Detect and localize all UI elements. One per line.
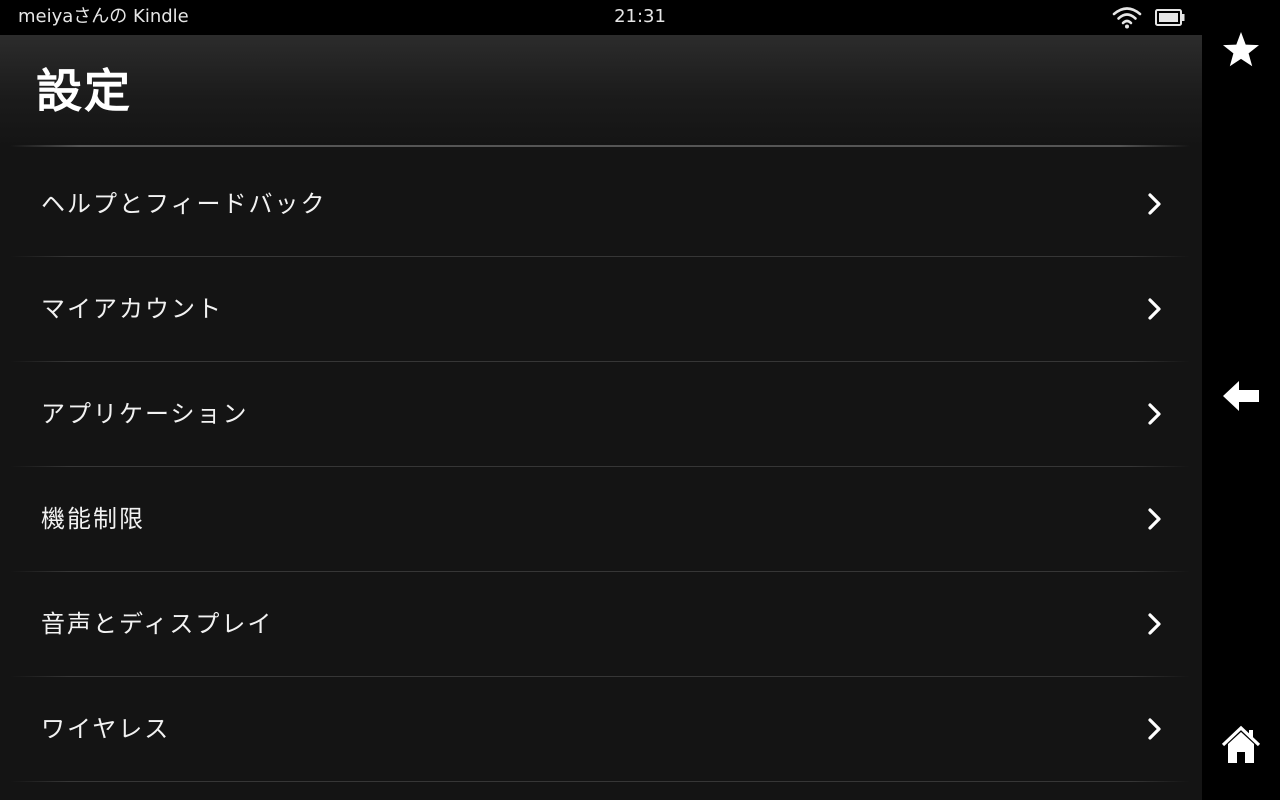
chevron-right-icon — [1148, 403, 1161, 425]
favorites-button[interactable] — [1202, 30, 1280, 80]
status-bar: meiyaさんの Kindle 21:31 — [0, 0, 1202, 35]
settings-item-label: 機能制限 — [41, 505, 145, 533]
battery-icon — [1155, 9, 1185, 26]
settings-list: ヘルプとフィードバック マイアカウント アプリケーション 機能制限 音声とディス… — [0, 152, 1202, 782]
chevron-right-icon — [1148, 193, 1161, 215]
settings-item-wireless[interactable]: ワイヤレス — [0, 677, 1202, 782]
settings-item-applications[interactable]: アプリケーション — [0, 362, 1202, 467]
chevron-right-icon — [1148, 718, 1161, 740]
back-arrow-icon — [1223, 381, 1259, 411]
back-button[interactable] — [1202, 376, 1280, 426]
settings-item-label: ワイヤレス — [41, 715, 171, 743]
page-title: 設定 — [36, 64, 132, 118]
settings-item-parental-controls[interactable]: 機能制限 — [0, 467, 1202, 572]
settings-item-label: 音声とディスプレイ — [41, 610, 274, 638]
settings-panel: meiyaさんの Kindle 21:31 設定 ヘルプとフィードバック マイア… — [0, 0, 1202, 800]
chevron-right-icon — [1148, 613, 1161, 635]
settings-item-label: マイアカウント — [41, 295, 223, 323]
page-header: 設定 — [0, 35, 1202, 147]
settings-item-label: ヘルプとフィードバック — [41, 190, 327, 218]
kindle-screen: meiyaさんの Kindle 21:31 設定 ヘルプとフィードバック マイア… — [0, 0, 1280, 800]
settings-item-help-feedback[interactable]: ヘルプとフィードバック — [0, 152, 1202, 257]
device-name: meiyaさんの Kindle — [18, 6, 189, 27]
clock-container: 21:31 — [0, 6, 1280, 28]
chevron-right-icon — [1148, 508, 1161, 530]
navigation-bar — [1202, 0, 1280, 800]
home-button[interactable] — [1202, 724, 1280, 774]
star-icon — [1223, 32, 1259, 67]
home-icon — [1221, 725, 1261, 763]
wifi-icon — [1112, 7, 1142, 29]
header-divider — [10, 145, 1190, 147]
chevron-right-icon — [1148, 298, 1161, 320]
settings-item-sound-display[interactable]: 音声とディスプレイ — [0, 572, 1202, 677]
settings-item-label: アプリケーション — [41, 400, 249, 428]
settings-item-my-account[interactable]: マイアカウント — [0, 257, 1202, 362]
clock: 21:31 — [614, 6, 666, 27]
